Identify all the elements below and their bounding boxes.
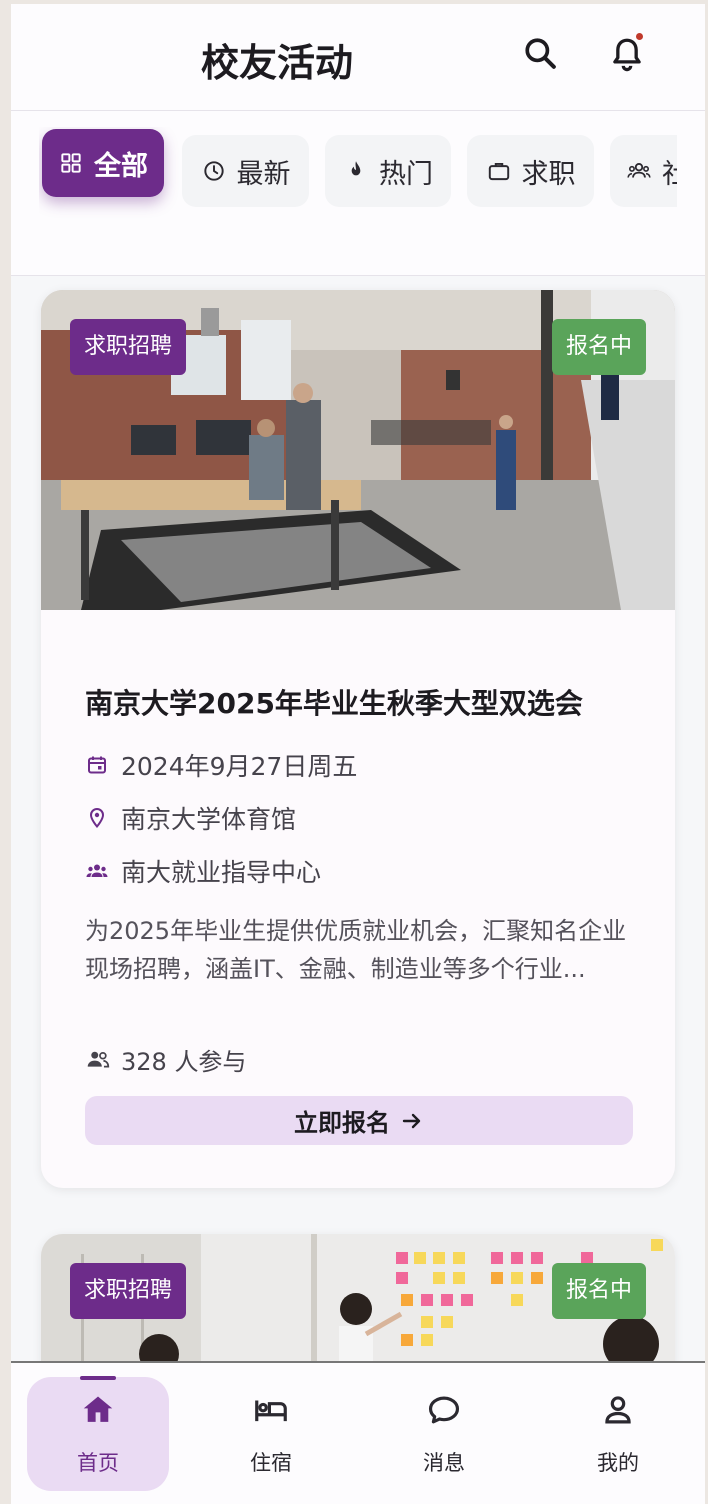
- flame-icon: [351, 161, 361, 176]
- register-button-label: 立即报名: [294, 1109, 390, 1137]
- chip-latest[interactable]: 最新: [182, 135, 309, 207]
- chip-jobs[interactable]: 求职: [467, 135, 594, 207]
- briefcase-icon: [488, 162, 509, 181]
- event-organizer: 南大就业指导中心: [121, 858, 322, 887]
- chip-hot[interactable]: 热门: [325, 135, 451, 207]
- category-filter-bar: 全部 最新 热门 求职 社: [11, 111, 705, 276]
- event-location-row: 南京大学体育馆: [85, 801, 296, 835]
- event-date-row: 2024年9月27日周五: [85, 748, 357, 782]
- chip-label: 求职: [521, 158, 576, 190]
- nav-label: 住宿: [250, 1451, 292, 1475]
- page-title: 校友活动: [201, 41, 354, 85]
- event-title: 南京大学2025年毕业生秋季大型双选会: [85, 687, 583, 720]
- app-screen: 校友活动 全部 最新 热门 求职 社 求职招聘 报名中 南京大学2025年毕业生…: [11, 4, 705, 1504]
- chip-label: 社: [662, 158, 677, 190]
- register-button[interactable]: 立即报名: [85, 1096, 633, 1145]
- home-icon: [83, 1396, 113, 1422]
- nav-lodging[interactable]: 住宿: [200, 1377, 342, 1491]
- event-cover-image: 求职招聘 报名中: [41, 290, 675, 610]
- calendar-icon: [88, 756, 106, 774]
- search-button[interactable]: [519, 32, 563, 76]
- event-description: 为2025年毕业生提供优质就业机会，汇聚知名企业现场招聘，涵盖IT、金融、制造业…: [85, 917, 627, 983]
- status-badge: 报名中: [551, 1263, 646, 1319]
- nav-home[interactable]: 首页: [27, 1377, 169, 1491]
- event-location: 南京大学体育馆: [121, 805, 297, 834]
- event-organizer-row: 南大就业指导中心: [85, 854, 321, 888]
- nav-profile[interactable]: 我的: [547, 1377, 689, 1491]
- nav-messages[interactable]: 消息: [373, 1377, 515, 1491]
- bottom-navigation: 首页 住宿 消息 我的: [11, 1361, 705, 1504]
- grid-icon: [61, 153, 81, 173]
- notifications-button[interactable]: [605, 32, 649, 76]
- event-card[interactable]: 求职招聘 报名中 南京大学2025年毕业生秋季大型双选会 2024年9月27日周…: [41, 290, 675, 1188]
- person-icon: [605, 1396, 631, 1424]
- active-tab-indicator: [80, 1376, 116, 1380]
- event-date: 2024年9月27日周五: [121, 752, 358, 781]
- chip-label: 热门: [379, 158, 433, 190]
- bell-icon: [613, 38, 641, 72]
- people-icon: [87, 1051, 110, 1068]
- group-icon: [86, 864, 108, 877]
- location-pin-icon: [89, 807, 105, 829]
- category-chip-row[interactable]: 全部 最新 热门 求职 社: [39, 127, 677, 221]
- clock-icon: [203, 161, 224, 181]
- arrow-right-icon: [402, 1113, 421, 1128]
- chip-social[interactable]: 社: [610, 135, 677, 207]
- chip-all[interactable]: 全部: [42, 129, 164, 197]
- chip-label: 最新: [236, 158, 291, 190]
- nav-label: 消息: [423, 1451, 465, 1475]
- chat-bubble-icon: [428, 1396, 460, 1424]
- nav-label: 我的: [597, 1451, 639, 1475]
- chip-label: 全部: [94, 150, 148, 182]
- bed-icon: [255, 1400, 287, 1422]
- app-bar: 校友活动: [11, 4, 705, 111]
- search-icon: [525, 38, 556, 69]
- group-icon: [627, 163, 651, 178]
- category-tag: 求职招聘: [70, 1263, 187, 1319]
- status-badge: 报名中: [551, 319, 646, 375]
- participants-row: 328 人参与: [85, 1042, 246, 1076]
- notification-badge-dot: [636, 33, 643, 40]
- participant-count: 328 人参与: [121, 1047, 247, 1076]
- category-tag: 求职招聘: [70, 319, 187, 375]
- nav-label: 首页: [77, 1451, 119, 1475]
